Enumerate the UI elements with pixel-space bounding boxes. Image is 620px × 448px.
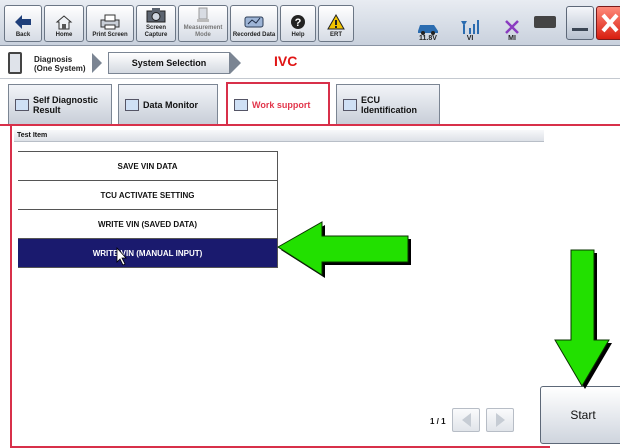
annotation-overlay [116, 221, 612, 389]
left-pointing-arrow-icon [277, 221, 411, 278]
down-pointing-arrow-icon [554, 249, 612, 389]
mouse-cursor-icon [116, 246, 127, 266]
